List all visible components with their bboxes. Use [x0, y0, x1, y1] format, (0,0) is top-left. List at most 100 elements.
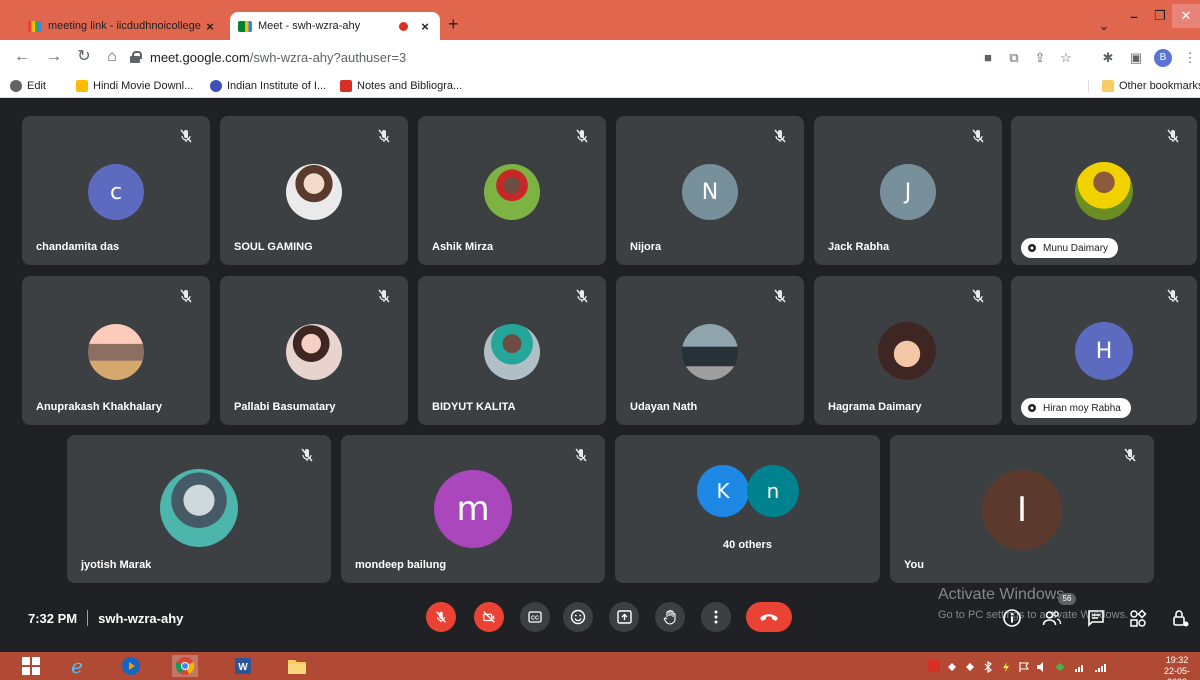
participant-tile[interactable]: SOUL GAMING [220, 116, 408, 265]
browser-toolbar: ← → ↻ ⌂ meet.google.com /swh-wzra-ahy?au… [0, 40, 1200, 74]
mic-off-icon [180, 289, 192, 303]
host-controls-lock-icon[interactable] [1170, 608, 1190, 628]
home-icon[interactable]: ⌂ [102, 47, 122, 67]
share-icon[interactable]: ⇪ [1032, 50, 1048, 66]
open-in-window-icon[interactable]: ⧉ [1006, 50, 1022, 66]
meeting-details-icon[interactable] [1002, 608, 1022, 628]
file-explorer-icon[interactable] [284, 655, 310, 677]
wifi-icon[interactable] [1074, 660, 1086, 672]
mic-off-icon [301, 448, 313, 462]
mic-off-icon [180, 129, 192, 143]
raise-hand-button[interactable] [655, 602, 685, 632]
signal-icon[interactable] [1094, 660, 1106, 672]
participant-name: Hagrama Daimary [828, 401, 922, 413]
participant-tile[interactable]: m mondeep bailung [341, 435, 605, 583]
participant-tile[interactable]: H Hiran moy Rabha [1011, 276, 1197, 425]
captions-button[interactable]: CC [520, 602, 550, 632]
mic-off-icon [575, 448, 587, 462]
internet-explorer-icon[interactable]: e [64, 655, 90, 677]
participant-tile[interactable]: jyotish Marak [67, 435, 331, 583]
participant-name: Jack Rabha [828, 241, 890, 253]
windows-start-icon[interactable] [18, 655, 44, 677]
taskbar-clock[interactable]: 19:32 22-05-2022 [1158, 655, 1196, 680]
activate-windows-title: Activate Windows [938, 586, 1065, 603]
camera-toggle-button[interactable] [474, 602, 504, 632]
tab-meeting-link[interactable]: meeting link - iicdudhnoicollege × [20, 12, 225, 40]
bookmark-notes[interactable]: Notes and Bibliogra... [340, 78, 462, 94]
activities-icon[interactable] [1128, 608, 1148, 628]
avatar-photo [88, 324, 144, 380]
participant-name: jyotish Marak [81, 559, 152, 571]
tray-icon[interactable] [964, 660, 976, 672]
participant-tile[interactable]: N Nijora [616, 116, 804, 265]
profile-avatar[interactable]: B [1154, 49, 1172, 67]
avatar-photo [1075, 162, 1133, 220]
mic-off-icon [1167, 129, 1179, 143]
tab-close-icon[interactable]: × [418, 19, 432, 34]
tab-meet[interactable]: Meet - swh-wzra-ahy × [230, 12, 440, 40]
avatar-photo [160, 469, 238, 547]
participant-tile[interactable]: Ashik Mirza [418, 116, 606, 265]
tab-search-chevron-icon[interactable]: ⌄ [1092, 14, 1116, 38]
clock-date: 22-05-2022 [1163, 666, 1190, 680]
bookmark-label: Hindi Movie Downl... [93, 80, 194, 92]
power-icon[interactable] [1000, 660, 1012, 672]
mic-off-icon [774, 289, 786, 303]
divider [87, 610, 89, 626]
reactions-button[interactable] [563, 602, 593, 632]
lock-icon[interactable] [130, 51, 142, 63]
volume-icon[interactable] [1036, 660, 1048, 672]
side-panel-icon[interactable]: ▣ [1128, 50, 1144, 66]
url-host: meet.google.com [150, 49, 250, 65]
network-icon[interactable] [1054, 660, 1066, 672]
participant-tile[interactable]: Pallabi Basumatary [220, 276, 408, 425]
pin-icon [1028, 244, 1036, 252]
more-options-button[interactable] [701, 602, 731, 632]
media-player-icon[interactable] [118, 655, 144, 677]
camera-in-use-icon[interactable]: ■ [980, 50, 996, 66]
google-meet-icon [238, 20, 252, 32]
restore-icon[interactable]: ❐ [1148, 4, 1172, 28]
leave-call-button[interactable] [746, 602, 792, 632]
present-screen-button[interactable] [609, 602, 639, 632]
self-tile[interactable]: I You [890, 435, 1154, 583]
new-tab-button[interactable]: + [448, 14, 459, 35]
bookmark-edit[interactable]: Edit [10, 78, 46, 94]
tab-close-icon[interactable]: × [203, 19, 217, 34]
reload-icon[interactable]: ↻ [74, 47, 94, 67]
jp-logo-icon [76, 80, 88, 92]
bluetooth-icon[interactable] [982, 660, 994, 674]
minimize-icon[interactable]: – [1122, 4, 1146, 28]
pinned-name-label[interactable]: Hiran moy Rabha [1021, 398, 1131, 418]
folder-icon [1102, 80, 1114, 92]
participant-tile[interactable]: Anuprakash Khakhalary [22, 276, 210, 425]
bookmark-other[interactable]: Other bookmarks [1102, 78, 1200, 94]
word-icon[interactable]: W [230, 655, 256, 677]
participant-tile[interactable]: BIDYUT KALITA [418, 276, 606, 425]
chrome-icon[interactable] [172, 655, 198, 677]
avatar: N [682, 164, 738, 220]
people-icon[interactable] [1042, 608, 1062, 628]
participant-tile[interactable]: Hagrama Daimary [814, 276, 1002, 425]
extensions-icon[interactable]: ✱ [1100, 50, 1116, 66]
others-tile[interactable]: K n 40 others [615, 435, 880, 583]
more-menu-icon[interactable]: ⋮ [1182, 50, 1198, 66]
mic-toggle-button[interactable] [426, 602, 456, 632]
participant-tile[interactable]: J Jack Rabha [814, 116, 1002, 265]
participant-tile[interactable]: Udayan Nath [616, 276, 804, 425]
bookmark-star-icon[interactable]: ☆ [1058, 50, 1074, 66]
pinned-name-label[interactable]: Munu Daimary [1021, 238, 1119, 258]
tab-title: Meet - swh-wzra-ahy [258, 20, 361, 32]
tray-icon[interactable] [946, 660, 958, 672]
forward-arrow-icon[interactable]: → [44, 47, 64, 67]
back-arrow-icon[interactable]: ← [12, 47, 32, 67]
antivirus-tray-icon[interactable] [928, 660, 940, 672]
close-window-icon[interactable]: ✕ [1172, 4, 1200, 28]
flag-icon[interactable] [1018, 660, 1030, 672]
bookmark-indian-institute[interactable]: Indian Institute of I... [210, 78, 326, 94]
chat-icon[interactable] [1086, 608, 1106, 628]
bookmark-hindi-movie[interactable]: Hindi Movie Downl... [76, 78, 193, 94]
participant-tile[interactable]: c chandamita das [22, 116, 210, 265]
mic-off-icon [774, 129, 786, 143]
participant-tile[interactable]: Munu Daimary [1011, 116, 1197, 265]
